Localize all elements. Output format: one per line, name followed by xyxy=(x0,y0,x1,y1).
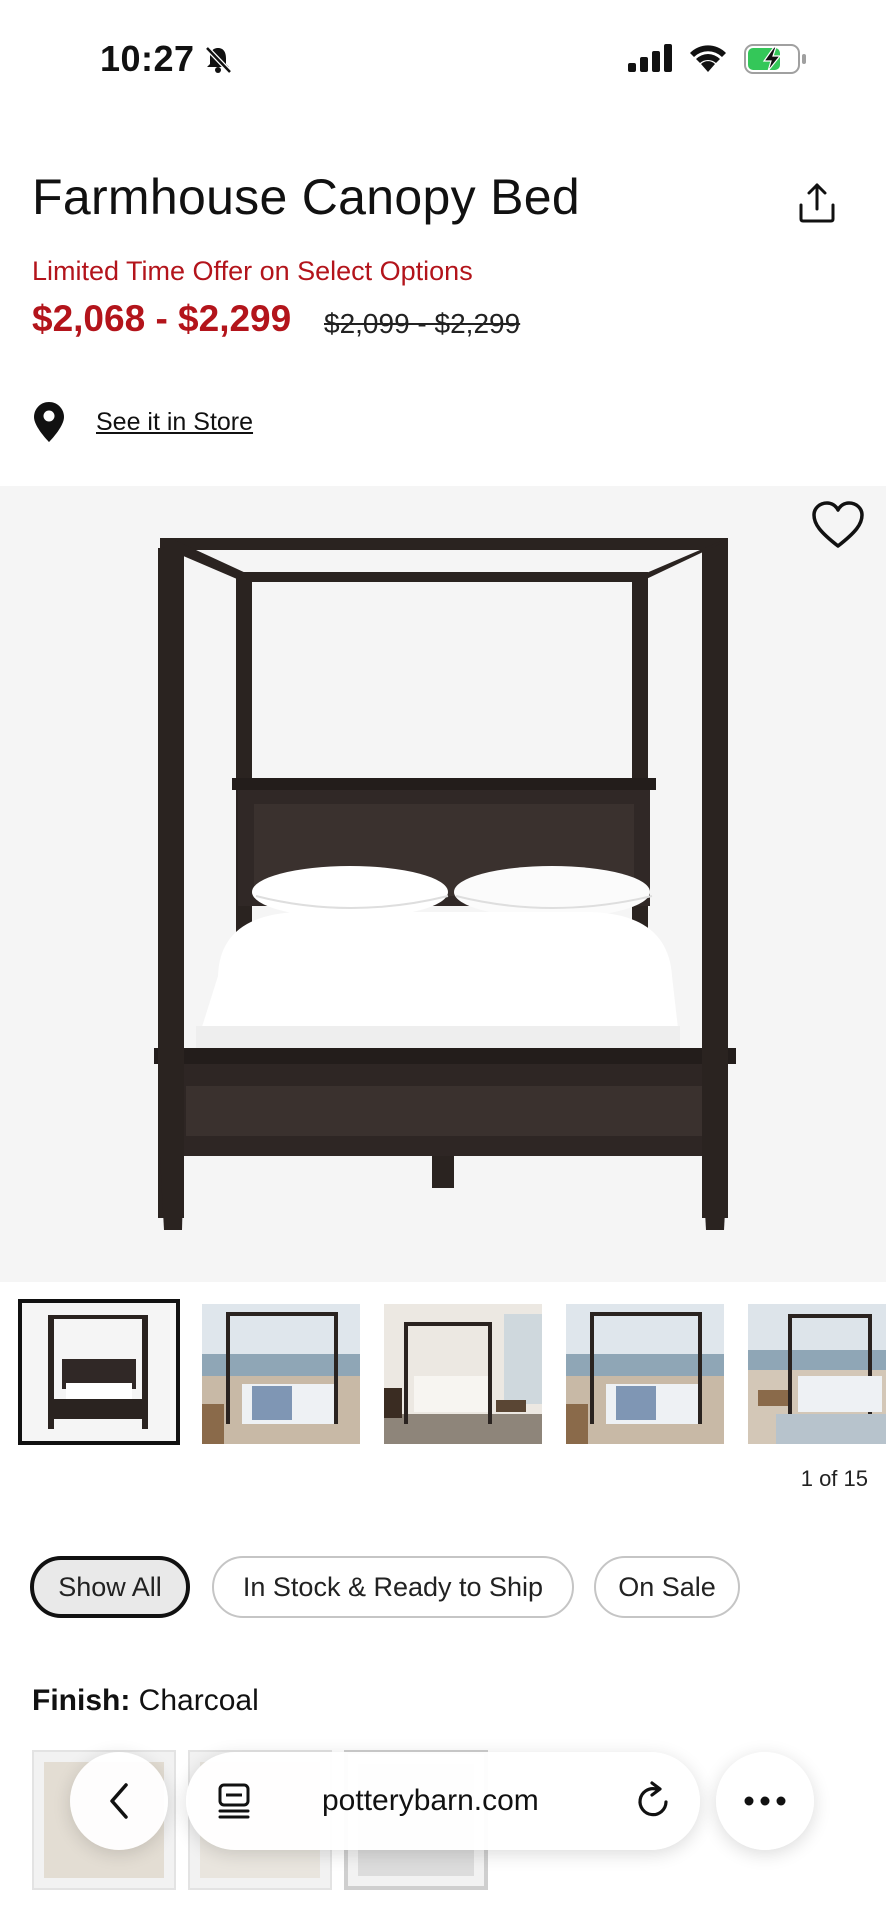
wifi-icon xyxy=(688,42,728,77)
finish-row: Finish: Charcoal xyxy=(32,1684,259,1718)
tabs-icon[interactable] xyxy=(216,1782,252,1825)
canopy-bed-image xyxy=(154,538,736,1230)
product-image[interactable] xyxy=(0,486,886,1282)
chip-on-sale[interactable]: On Sale xyxy=(594,1556,740,1618)
see-in-store-link[interactable]: See it in Store xyxy=(96,408,253,437)
browser-bar: potterybarn.com xyxy=(0,1740,886,1920)
thumbnail-3[interactable] xyxy=(384,1304,542,1444)
image-counter: 1 of 15 xyxy=(800,1466,868,1491)
store-row: See it in Store xyxy=(32,400,253,444)
status-time: 10:27 xyxy=(100,38,195,79)
status-bar: 10:27 xyxy=(0,0,886,110)
thumbnail-1[interactable] xyxy=(18,1299,180,1445)
chip-in-stock[interactable]: In Stock & Ready to Ship xyxy=(212,1556,574,1618)
location-pin-icon xyxy=(32,400,66,444)
more-button[interactable] xyxy=(716,1752,814,1850)
product-title: Farmhouse Canopy Bed xyxy=(32,169,580,225)
more-icon xyxy=(744,1796,786,1806)
address-bar[interactable]: potterybarn.com xyxy=(186,1752,700,1850)
signal-icon xyxy=(628,44,674,77)
sale-price: $2,068 - $2,299 xyxy=(32,298,292,339)
thumbnail-strip xyxy=(0,1298,886,1450)
heart-icon xyxy=(812,501,864,548)
original-price: $2,099 - $2,299 xyxy=(324,308,521,339)
url-text[interactable]: potterybarn.com xyxy=(322,1784,539,1818)
bell-slash-icon xyxy=(203,45,233,80)
back-button[interactable] xyxy=(70,1752,168,1850)
finish-value: Charcoal xyxy=(138,1684,259,1717)
share-button[interactable] xyxy=(792,178,842,228)
back-icon xyxy=(110,1783,128,1819)
share-icon xyxy=(799,183,835,223)
chip-show-all[interactable]: Show All xyxy=(30,1556,190,1618)
thumbnail-4[interactable] xyxy=(566,1304,724,1444)
finish-label: Finish: xyxy=(32,1684,131,1717)
reload-icon[interactable] xyxy=(634,1780,674,1827)
promo-text: Limited Time Offer on Select Options xyxy=(32,256,473,286)
thumbnail-2[interactable] xyxy=(202,1304,360,1444)
favorite-button[interactable] xyxy=(810,500,866,552)
thumbnail-5[interactable] xyxy=(748,1304,886,1444)
battery-charging-icon xyxy=(744,44,808,79)
